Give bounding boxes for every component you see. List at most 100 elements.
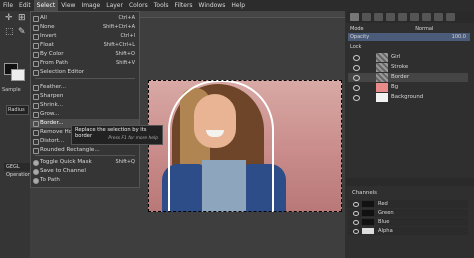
align-tool-icon[interactable]: ⊞ <box>18 13 26 23</box>
menu-edit[interactable]: Edit <box>16 0 34 11</box>
images-tab-icon[interactable] <box>434 13 443 21</box>
move-tool-icon[interactable]: ✛ <box>5 13 13 23</box>
menu-file[interactable]: File <box>0 0 16 11</box>
layer-row-background[interactable]: Background <box>348 93 468 102</box>
paths-tab-icon[interactable] <box>374 13 383 21</box>
canvas-image[interactable] <box>148 80 342 212</box>
channel-name: Red <box>378 201 388 207</box>
brushes-tab-icon[interactable] <box>398 13 407 21</box>
layer-name[interactable]: Background <box>391 93 423 102</box>
fonts-tab-icon[interactable] <box>422 13 431 21</box>
by-color-icon <box>33 52 39 58</box>
menu-image[interactable]: Image <box>78 0 103 11</box>
channel-row-green[interactable]: Green <box>348 209 468 217</box>
channel-row-alpha[interactable]: Alpha <box>348 227 468 235</box>
menu-item-selection-editor[interactable]: Selection Editor <box>31 68 139 77</box>
menu-item-float[interactable]: Float Shift+Ctrl+L <box>31 41 139 50</box>
layer-row-border[interactable]: Border <box>348 73 468 82</box>
menu-item-shortcut: Shift+O <box>115 51 136 57</box>
menu-item-grow[interactable]: Grow... <box>31 110 139 119</box>
opacity-slider[interactable]: Opacity 100.0 <box>348 33 470 41</box>
gradients-tab-icon[interactable] <box>446 13 455 21</box>
layer-row-girl[interactable]: Girl <box>348 53 468 62</box>
menu-item-sharpen[interactable]: Sharpen <box>31 92 139 101</box>
eye-icon[interactable] <box>353 75 360 81</box>
menu-item-none[interactable]: None Shift+Ctrl+A <box>31 23 139 32</box>
eye-icon[interactable] <box>353 95 360 101</box>
menu-layer[interactable]: Layer <box>103 0 126 11</box>
to-path-icon <box>33 178 39 184</box>
menu-select[interactable]: Select <box>33 0 59 11</box>
layer-name[interactable]: Bg <box>391 83 398 92</box>
menu-item-label: To Path <box>40 177 60 183</box>
menu-item-shortcut: Shift+V <box>116 60 135 66</box>
shrink-icon <box>33 103 39 109</box>
menu-item-shortcut: Shift+Ctrl+L <box>103 42 135 48</box>
menu-filters[interactable]: Filters <box>172 0 196 11</box>
layer-row-bg[interactable]: Bg <box>348 83 468 92</box>
radius-field[interactable]: Radius <box>6 105 29 115</box>
menu-colors[interactable]: Colors <box>126 0 151 11</box>
menu-item-by-color[interactable]: By Color Shift+O <box>31 50 139 59</box>
channel-row-red[interactable]: Red <box>348 200 468 208</box>
menu-item-label: Selection Editor <box>40 69 85 75</box>
mode-row[interactable]: Mode Normal <box>350 26 433 32</box>
mode-value[interactable]: Normal <box>415 26 433 32</box>
channels-title: Channels <box>352 190 377 196</box>
mode-label: Mode <box>350 26 364 32</box>
menu-item-label: All <box>40 15 47 21</box>
menu-windows[interactable]: Windows <box>196 0 229 11</box>
layer-thumbnail <box>376 93 388 102</box>
feather-icon <box>33 85 39 91</box>
toolbox: ✛ ⊞ ⬚ ✎ Sample Radius GEGL Operation <box>0 11 32 258</box>
channel-thumbnail <box>362 201 374 207</box>
color-swatches[interactable] <box>4 63 25 81</box>
menu-item-from-path[interactable]: From Path Shift+V <box>31 59 139 68</box>
eye-icon[interactable] <box>353 211 359 216</box>
menu-item-shortcut: Ctrl+A <box>118 15 135 21</box>
rect-select-tool-icon[interactable]: ⬚ <box>5 27 14 37</box>
menu-separator <box>35 78 135 79</box>
eye-icon[interactable] <box>353 202 359 207</box>
menu-item-shortcut: Ctrl+I <box>120 33 135 39</box>
menu-item-label: Grow... <box>40 111 60 117</box>
menu-item-label: From Path <box>40 60 68 66</box>
eye-icon[interactable] <box>353 229 359 234</box>
menu-item-shrink[interactable]: Shrink... <box>31 101 139 110</box>
opacity-value[interactable]: 100.0 <box>452 33 466 41</box>
layers-tab-icon[interactable] <box>350 13 359 21</box>
layer-name[interactable]: Girl <box>391 53 400 62</box>
layer-row-stroke[interactable]: Stroke <box>348 63 468 72</box>
menu-item-to-path[interactable]: To Path <box>31 176 139 185</box>
background-color[interactable] <box>11 69 25 81</box>
menu-item-label: Shrink... <box>40 102 64 108</box>
menu-tools[interactable]: Tools <box>151 0 172 11</box>
layer-thumbnail <box>376 53 388 62</box>
patterns-tab-icon[interactable] <box>410 13 419 21</box>
eye-icon[interactable] <box>353 65 360 71</box>
menu-item-rounded-rectangle[interactable]: Rounded Rectangle... <box>31 146 139 155</box>
menu-item-save-to-channel[interactable]: Save to Channel <box>31 167 139 176</box>
free-select-tool-icon[interactable]: ✎ <box>18 27 26 37</box>
channels-tab-icon[interactable] <box>362 13 371 21</box>
layers-footer-toolbar <box>346 178 474 186</box>
menu-separator <box>35 155 135 156</box>
menu-item-invert[interactable]: Invert Ctrl+I <box>31 32 139 41</box>
menu-item-label: Distort... <box>40 138 65 144</box>
select-all-icon <box>33 16 39 22</box>
channel-thumbnail <box>362 219 374 225</box>
remove-holes-icon <box>33 130 39 136</box>
menu-item-toggle-quick-mask[interactable]: Toggle Quick Mask Shift+Q <box>31 158 139 167</box>
channel-row-blue[interactable]: Blue <box>348 218 468 226</box>
dock-tabs <box>346 11 474 23</box>
eye-icon[interactable] <box>353 85 360 91</box>
menu-help[interactable]: Help <box>228 0 248 11</box>
layer-name[interactable]: Border <box>391 73 409 82</box>
undo-tab-icon[interactable] <box>386 13 395 21</box>
layer-name[interactable]: Stroke <box>391 63 408 72</box>
menu-item-feather[interactable]: Feather... <box>31 83 139 92</box>
menu-item-all[interactable]: All Ctrl+A <box>31 14 139 23</box>
menu-view[interactable]: View <box>58 0 78 11</box>
eye-icon[interactable] <box>353 220 359 225</box>
eye-icon[interactable] <box>353 55 360 61</box>
